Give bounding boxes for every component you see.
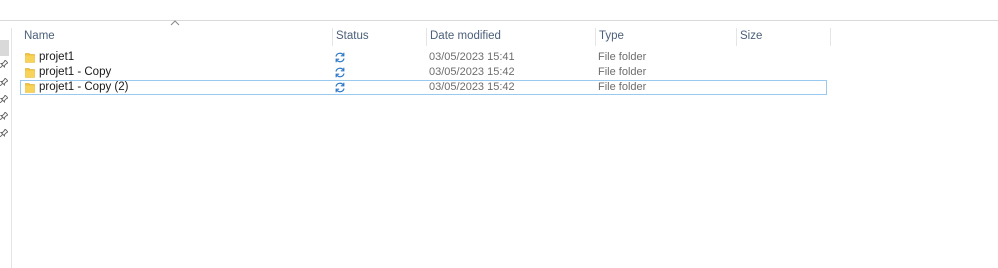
pin-icon	[0, 112, 8, 120]
pin-icon	[0, 129, 8, 137]
sync-pending-icon	[335, 67, 345, 78]
address-bar-area	[0, 0, 998, 21]
file-name: projet1 - Copy	[39, 66, 112, 78]
column-header-name[interactable]: Name	[20, 28, 333, 46]
folder-icon	[25, 68, 35, 78]
file-date-modified: 03/05/2023 15:42	[429, 81, 515, 93]
navigation-pane[interactable]	[0, 28, 12, 268]
file-name: projet1 - Copy (2)	[39, 81, 129, 93]
pin-icon	[0, 95, 8, 103]
file-type: File folder	[598, 66, 647, 78]
sync-pending-icon	[335, 52, 345, 63]
pin-icon	[0, 78, 8, 86]
column-header-size[interactable]: Size	[736, 28, 831, 46]
file-size	[739, 66, 819, 79]
file-date-modified: 03/05/2023 15:41	[429, 51, 515, 63]
file-name: projet1	[39, 51, 75, 63]
file-explorer-window: Name Status Date modified Type Size proj…	[0, 0, 998, 268]
folder-icon	[25, 53, 35, 63]
column-header-row: Name Status Date modified Type Size	[11, 28, 831, 46]
pin-icon	[0, 60, 8, 68]
sort-ascending-chevron-icon	[170, 20, 180, 26]
folder-icon	[25, 83, 35, 93]
nav-selected-item[interactable]	[0, 40, 9, 56]
file-size	[739, 51, 819, 64]
file-size	[739, 81, 819, 94]
column-header-type[interactable]: Type	[595, 28, 737, 46]
file-type: File folder	[598, 51, 647, 63]
sync-pending-icon	[335, 82, 345, 93]
file-row[interactable]: projet1 - Copy 03/05/2023 15:42 File fol…	[20, 65, 827, 80]
file-row[interactable]: projet1 03/05/2023 15:41 File folder	[20, 50, 827, 65]
column-header-date-modified[interactable]: Date modified	[426, 28, 596, 46]
file-date-modified: 03/05/2023 15:42	[429, 66, 515, 78]
file-row-focused[interactable]: projet1 - Copy (2) 03/05/2023 15:42 File…	[20, 80, 827, 95]
file-type: File folder	[598, 81, 647, 93]
column-header-status[interactable]: Status	[332, 28, 427, 46]
